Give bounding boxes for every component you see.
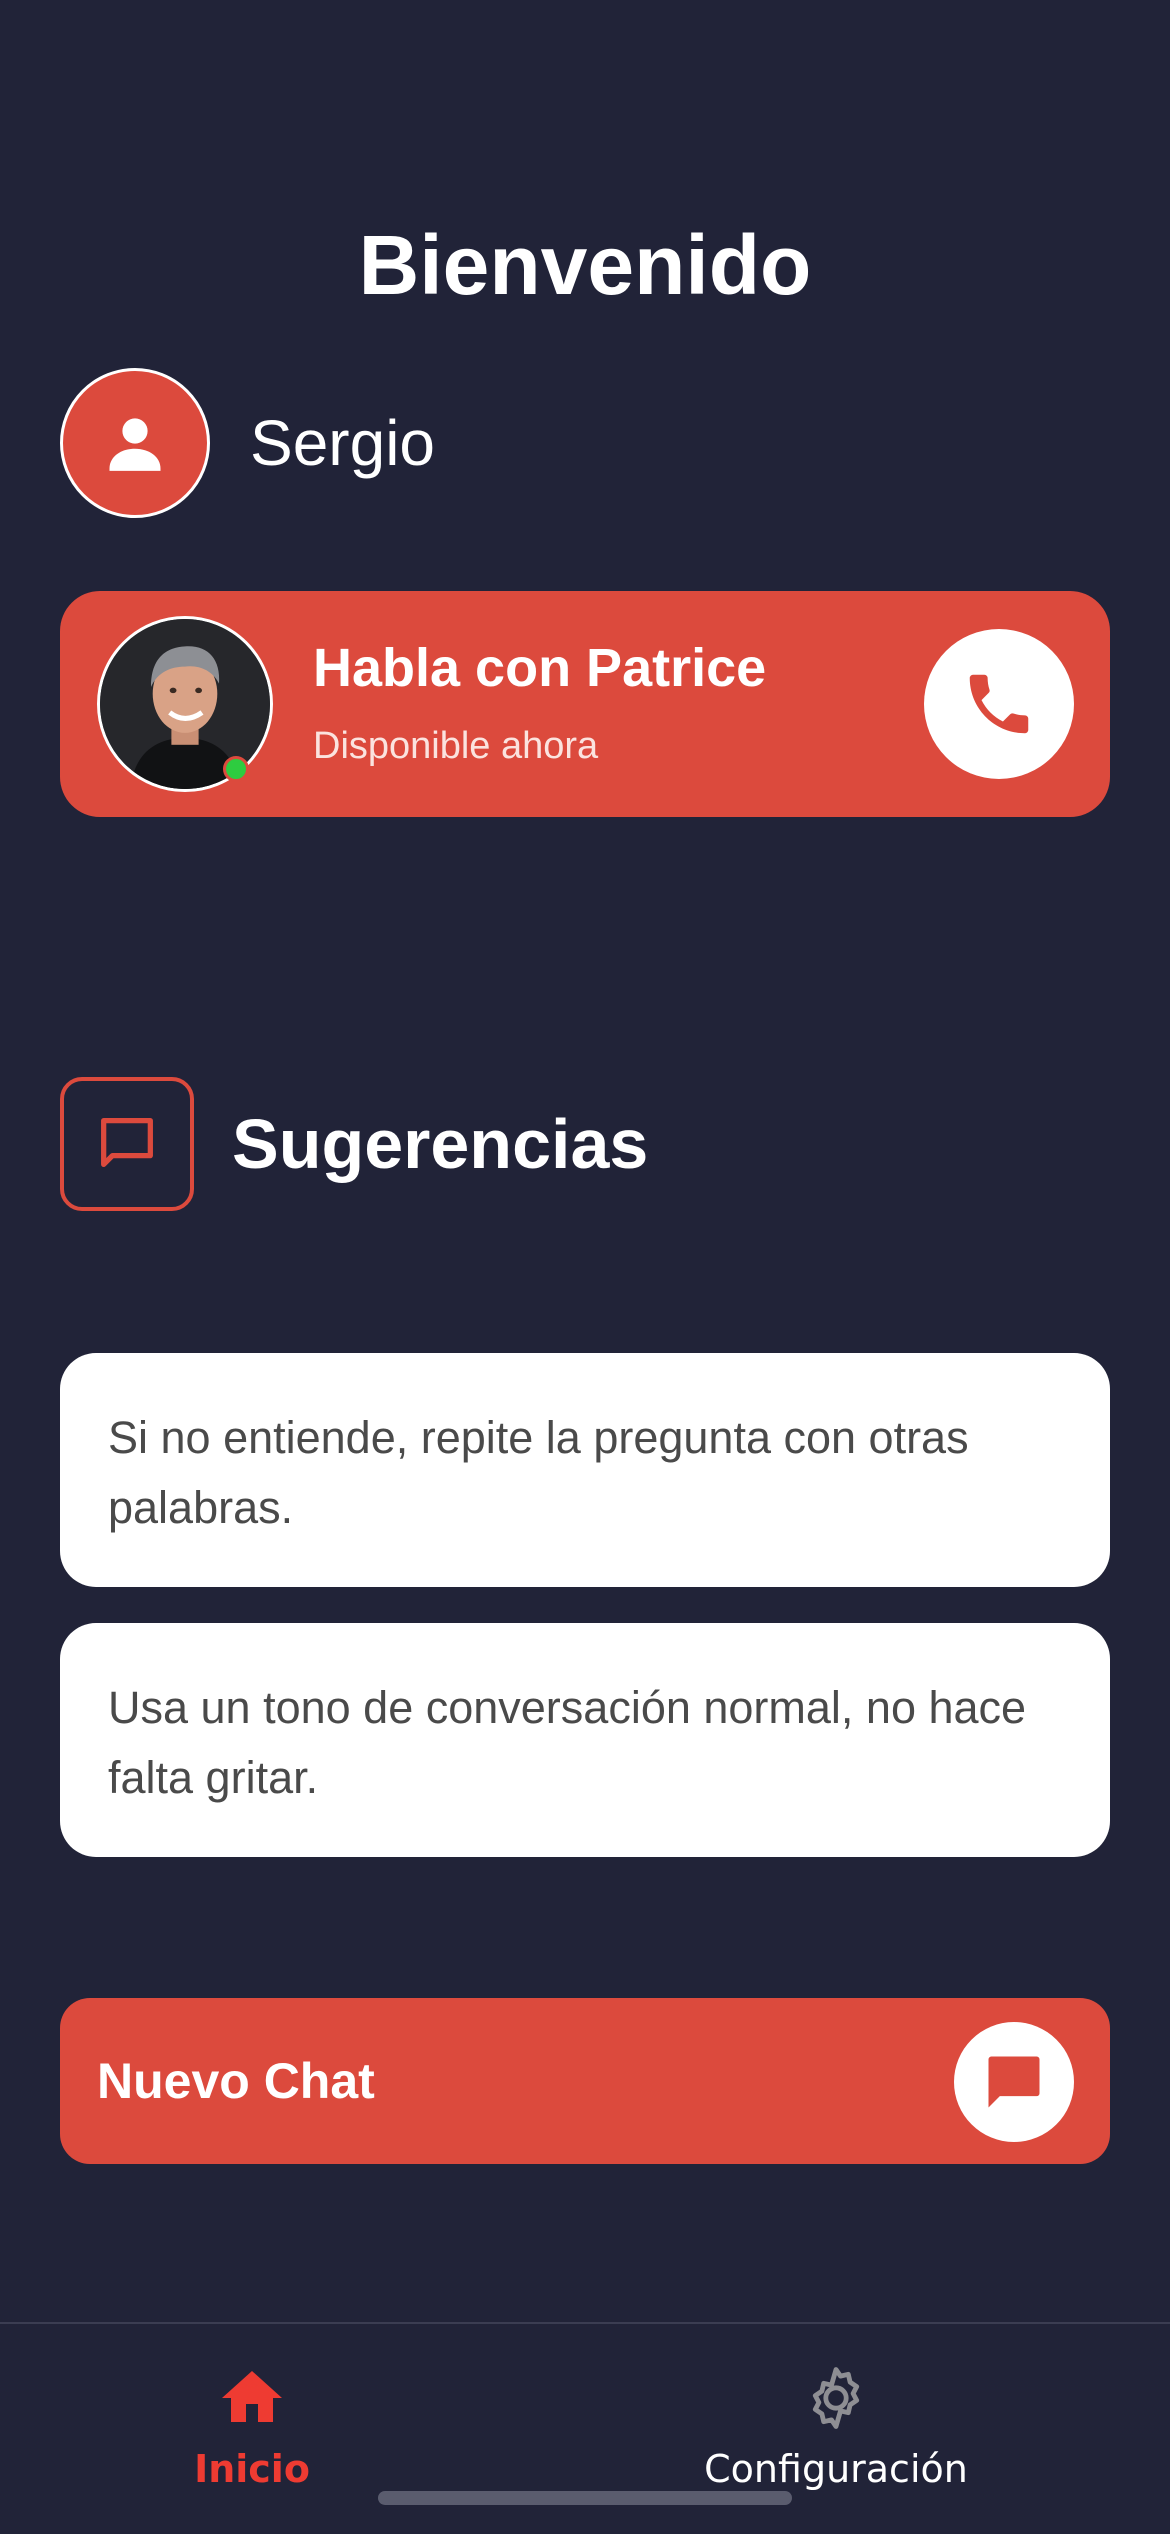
page-title: Bienvenido [358, 218, 812, 312]
online-status-dot [223, 756, 249, 782]
person-icon [109, 418, 161, 471]
call-card-title: Habla con Patrice [313, 638, 767, 698]
home-indicator[interactable] [378, 2491, 792, 2505]
new-chat-icon-circle [954, 2022, 1074, 2142]
gear-icon [812, 2367, 860, 2429]
user-name: Sergio [250, 407, 435, 479]
suggestions-title: Sugerencias [232, 1105, 649, 1183]
phone-icon [969, 674, 1029, 734]
new-chat-button[interactable]: Nuevo Chat [60, 1998, 1110, 2164]
chat-bubble-icon [988, 2056, 1040, 2108]
user-avatar[interactable] [60, 368, 210, 518]
chat-bubble-outline-icon [101, 1118, 153, 1168]
suggestions-header: Sugerencias [60, 1077, 649, 1211]
suggestion-card: Si no entiende, repite la pregunta con o… [60, 1353, 1110, 1587]
new-chat-label: Nuevo Chat [97, 2053, 375, 2109]
call-button[interactable] [924, 629, 1074, 779]
tab-inicio[interactable]: Inicio [52, 2362, 452, 2512]
user-row: Sergio [60, 368, 435, 518]
call-card[interactable]: Habla con Patrice Disponible ahora [60, 591, 1110, 817]
suggestions-icon-box [60, 1077, 194, 1211]
tab-configuracion[interactable]: Configuración [636, 2362, 1036, 2512]
home-icon [222, 2371, 282, 2422]
call-card-status: Disponible ahora [313, 725, 599, 767]
tab-inicio-label: Inicio [194, 2447, 310, 2491]
suggestion-card: Usa un tono de conversación normal, no h… [60, 1623, 1110, 1857]
tab-configuracion-label: Configuración [704, 2447, 968, 2491]
